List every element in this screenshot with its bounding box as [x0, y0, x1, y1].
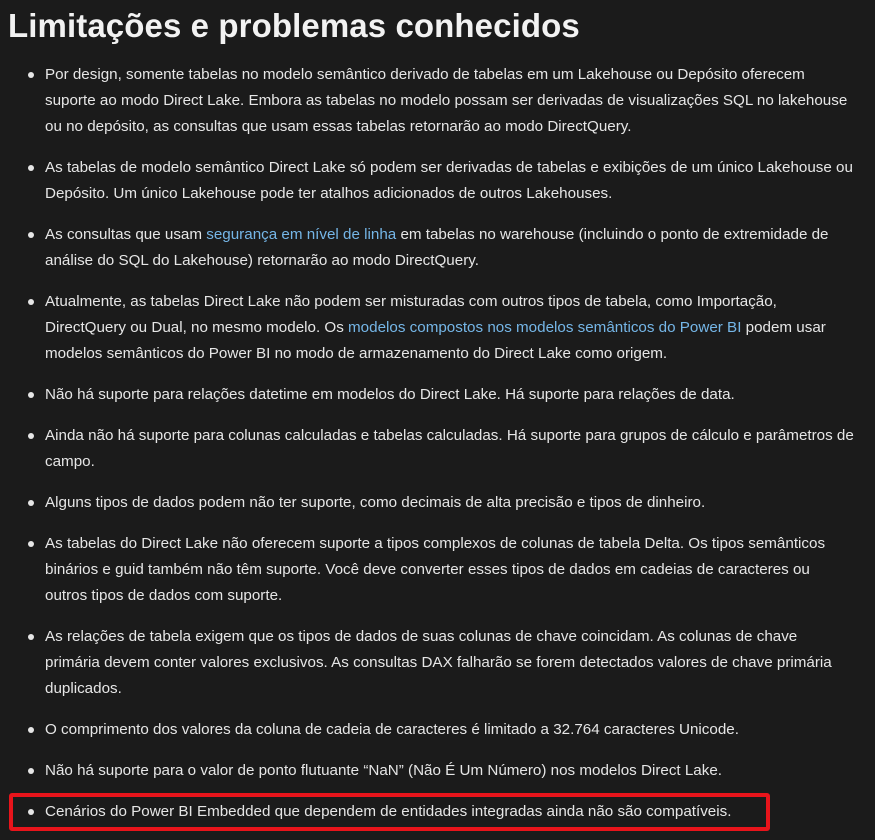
limitations-list: Por design, somente tabelas no modelo se… [0, 62, 875, 840]
list-item: Por design, somente tabelas no modelo se… [0, 62, 875, 140]
row-level-security-link[interactable]: segurança em nível de linha [206, 226, 396, 243]
composite-models-link[interactable]: modelos compostos nos modelos semânticos… [348, 319, 741, 336]
list-item-text: Não há suporte para relações datetime em… [45, 386, 735, 403]
list-item: Ainda não há suporte para colunas calcul… [0, 423, 875, 475]
list-item-text: O comprimento dos valores da coluna de c… [45, 721, 739, 738]
page-title: Limitações e problemas conhecidos [8, 7, 580, 44]
list-item: As tabelas do Direct Lake não oferecem s… [0, 531, 875, 609]
document-page: Limitações e problemas conhecidos Por de… [0, 0, 875, 840]
list-item-text: Cenários do Power BI Embedded que depend… [45, 803, 732, 820]
list-item-text: Alguns tipos de dados podem não ter supo… [45, 494, 706, 511]
list-item-text: As tabelas do Direct Lake não oferecem s… [45, 535, 826, 604]
list-item-text: Por design, somente tabelas no modelo se… [45, 66, 848, 135]
list-item: As consultas que usam segurança em nível… [0, 222, 875, 274]
list-item: Alguns tipos de dados podem não ter supo… [0, 490, 875, 516]
list-item-text: As relações de tabela exigem que os tipo… [45, 628, 832, 697]
list-item-text: As tabelas de modelo semântico Direct La… [45, 159, 853, 202]
list-item-text: Não há suporte para o valor de ponto flu… [45, 762, 723, 779]
list-item-text-pre: As consultas que usam [45, 226, 207, 243]
list-item: Atualmente, as tabelas Direct Lake não p… [0, 289, 875, 367]
list-item: O comprimento dos valores da coluna de c… [0, 717, 875, 743]
list-item: As tabelas de modelo semântico Direct La… [0, 155, 875, 207]
list-item-highlighted: Cenários do Power BI Embedded que depend… [0, 799, 875, 825]
list-item: Não há suporte para o valor de ponto flu… [0, 758, 875, 784]
list-item: Não há suporte para relações datetime em… [0, 382, 875, 408]
list-item-text: Ainda não há suporte para colunas calcul… [45, 427, 854, 470]
list-item: As relações de tabela exigem que os tipo… [0, 624, 875, 702]
